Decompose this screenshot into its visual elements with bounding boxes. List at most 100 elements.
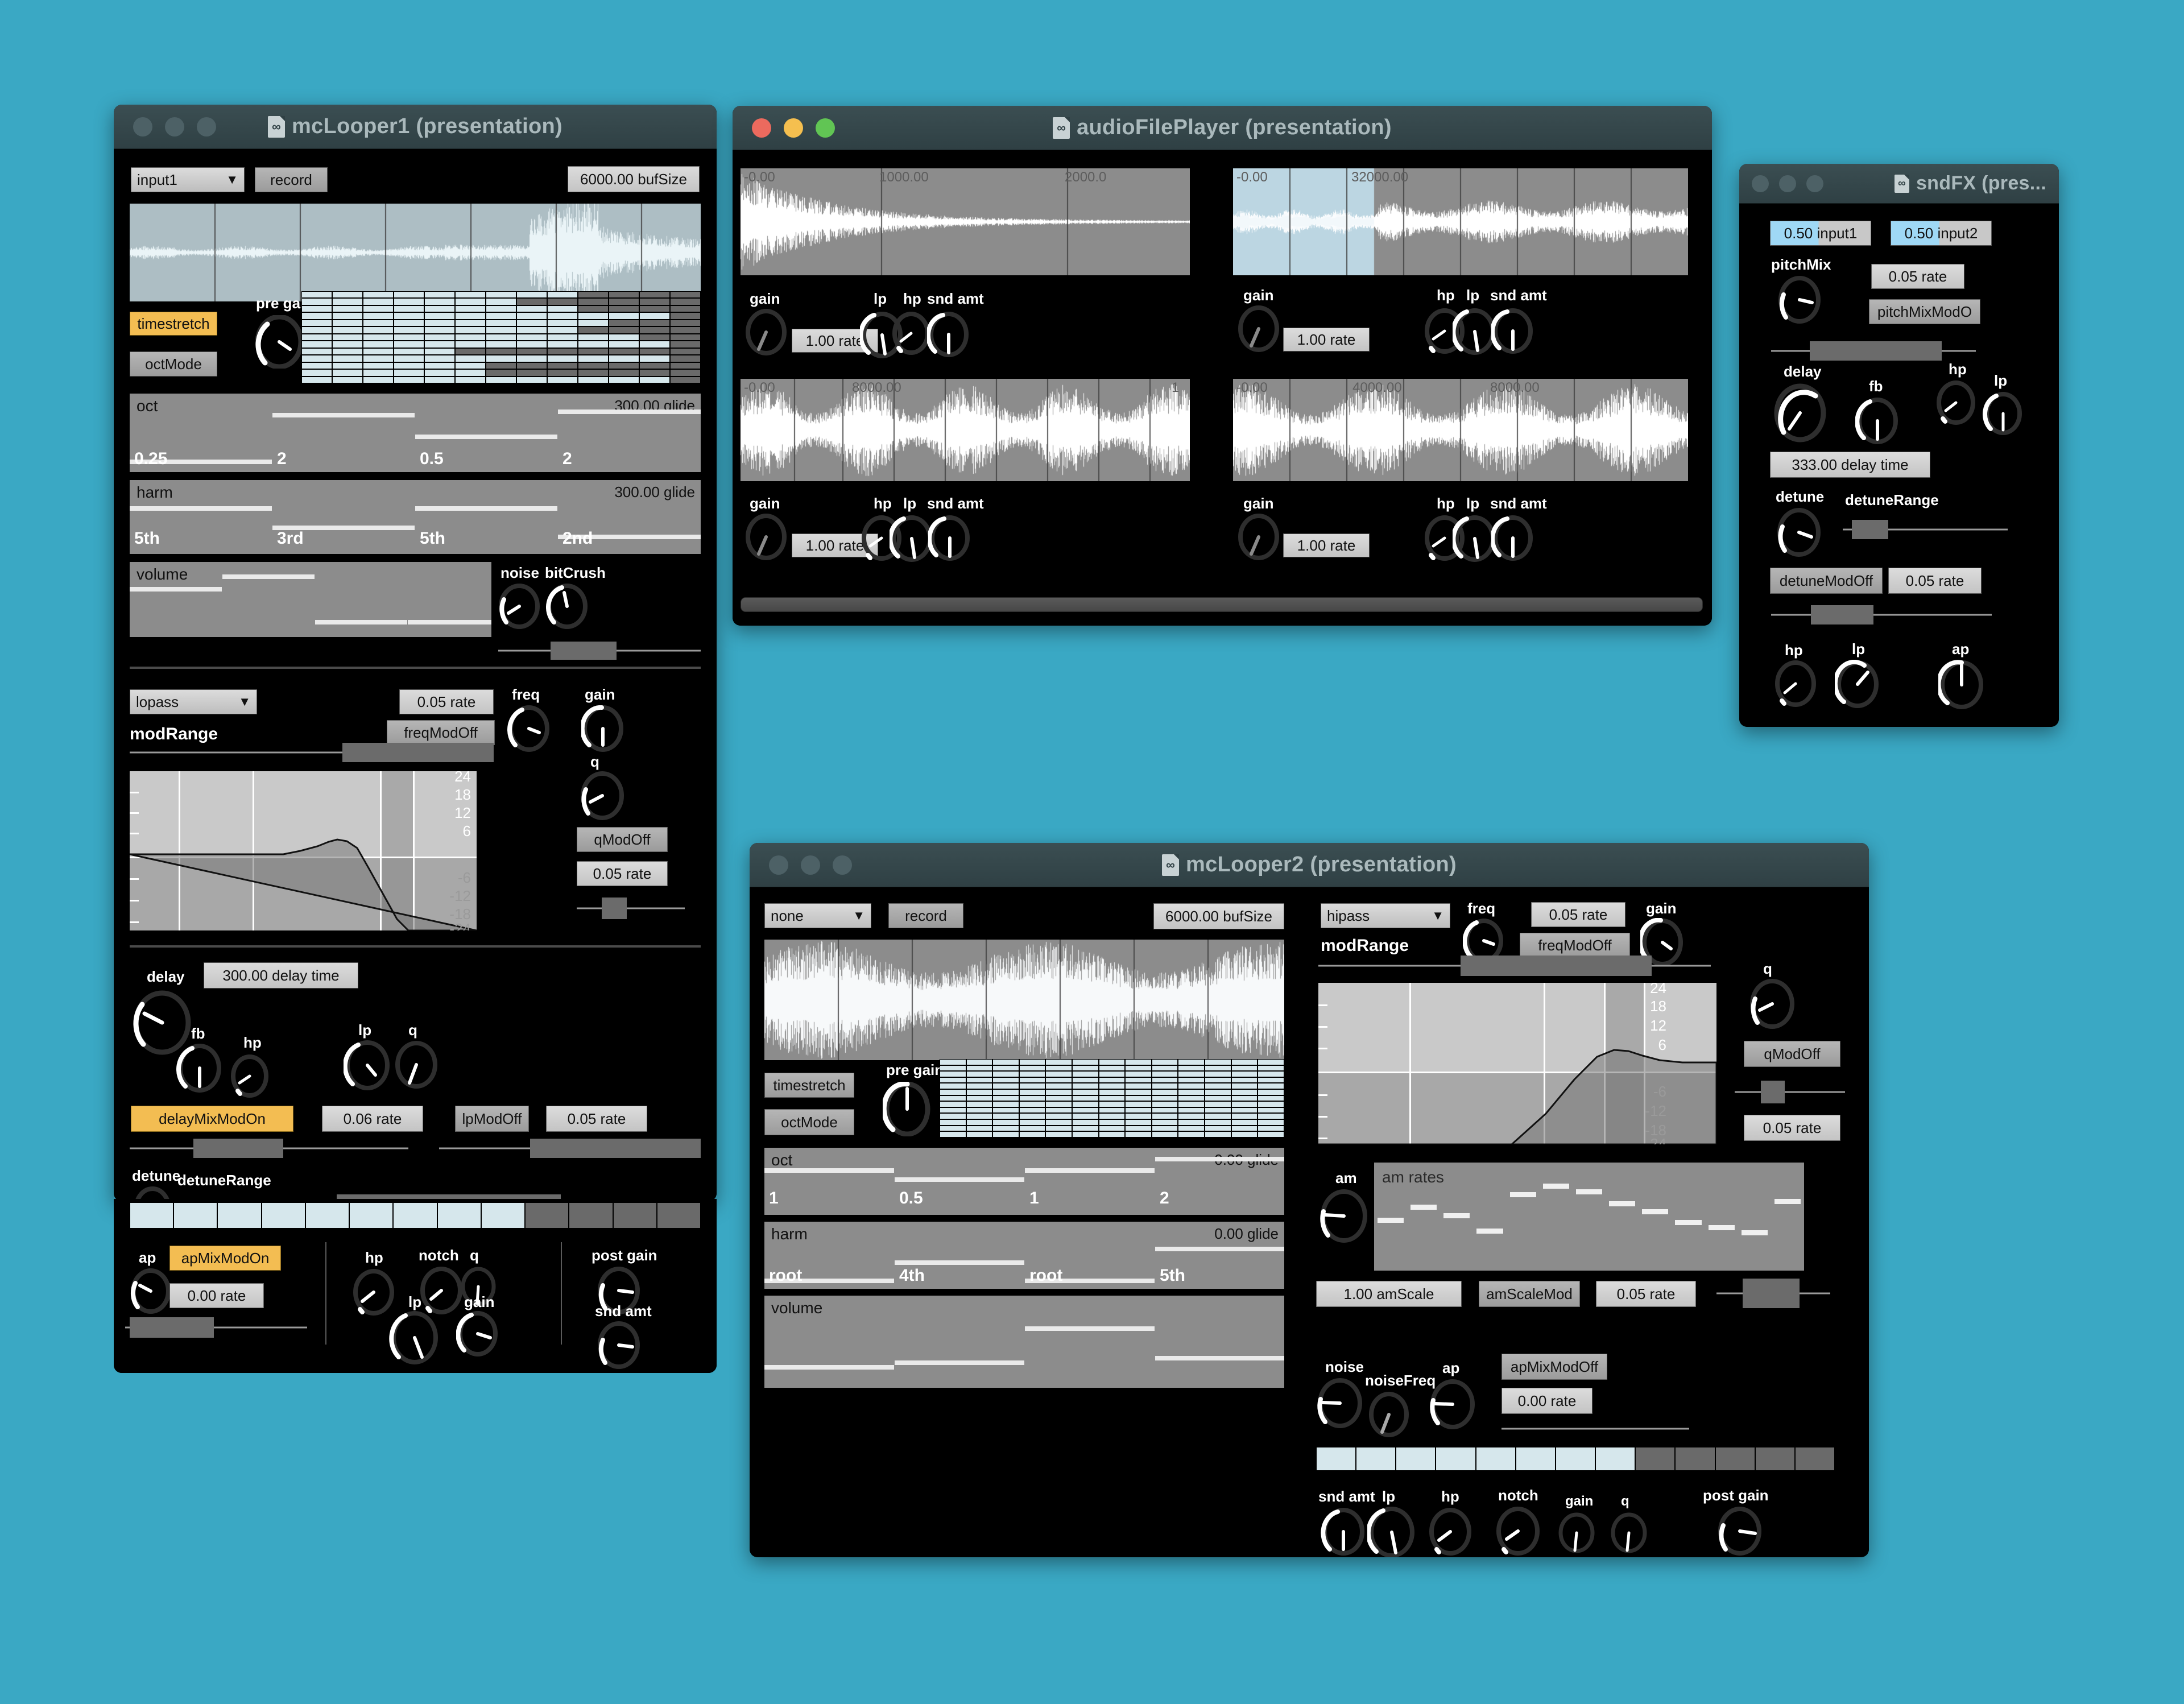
matrix-cell[interactable] xyxy=(1098,1131,1126,1138)
matrix-cell[interactable] xyxy=(547,319,578,327)
matrix-cell[interactable] xyxy=(609,326,639,334)
matrix-cell[interactable] xyxy=(940,1095,966,1102)
titlebar-sndfx[interactable]: ∞ sndFX (pres... xyxy=(1739,164,2059,204)
matrix-cell[interactable] xyxy=(1178,1059,1205,1065)
matrix-cell[interactable] xyxy=(332,362,363,370)
am-knob-mclooper2[interactable] xyxy=(1318,1189,1370,1243)
matrix-cell[interactable] xyxy=(1231,1113,1258,1120)
matrix-cell[interactable] xyxy=(609,305,639,313)
matrix-cell[interactable] xyxy=(455,355,486,362)
matrix-cell[interactable] xyxy=(1098,1125,1126,1132)
matrix-cell[interactable] xyxy=(424,312,455,320)
matrix-cell[interactable] xyxy=(332,355,363,362)
step-cell[interactable] xyxy=(1755,1447,1795,1471)
step-cell[interactable] xyxy=(1356,1447,1396,1471)
matrix-cell[interactable] xyxy=(424,319,455,327)
fb-knob-sndfx[interactable] xyxy=(1855,397,1900,445)
gain-knob-mclooper1-post[interactable] xyxy=(456,1310,499,1357)
matrix-cell[interactable] xyxy=(1019,1101,1046,1107)
matrix-cell[interactable] xyxy=(940,1083,966,1090)
matrix-cell[interactable] xyxy=(1231,1071,1258,1077)
octmode-toggle-mclooper1[interactable]: octMode xyxy=(130,351,217,377)
matrix-cell[interactable] xyxy=(578,341,609,348)
matrix-cell[interactable] xyxy=(639,348,670,355)
matrix-cell[interactable] xyxy=(966,1065,993,1072)
matrix-cell[interactable] xyxy=(1125,1083,1152,1090)
matrix-cell[interactable] xyxy=(363,298,394,305)
sndamt-knob-player-2[interactable] xyxy=(1491,307,1534,355)
matrix-cell[interactable] xyxy=(670,355,701,362)
matrix-cell[interactable] xyxy=(394,362,424,370)
matrix-cell[interactable] xyxy=(486,376,516,384)
matrix-cell[interactable] xyxy=(301,362,332,370)
matrix-cell[interactable] xyxy=(940,1059,966,1065)
pitchmix-mod-slider-sndfx[interactable] xyxy=(1771,341,1976,361)
rate-numbox-player-4[interactable]: 1.00 rate xyxy=(1283,533,1370,557)
matrix-cell[interactable] xyxy=(1098,1107,1126,1114)
matrix-cell[interactable] xyxy=(363,305,394,313)
modrange-slider-mclooper1[interactable] xyxy=(130,743,494,762)
matrix-cell[interactable] xyxy=(332,298,363,305)
matrix-cell[interactable] xyxy=(966,1095,993,1102)
step-cell[interactable] xyxy=(173,1202,218,1229)
matrix-cell[interactable] xyxy=(639,326,670,334)
close-button[interactable] xyxy=(133,117,152,137)
apmix-toggle-mclooper1[interactable]: apMixModOn xyxy=(169,1246,281,1271)
matrix-cell[interactable] xyxy=(486,348,516,355)
matrix-cell[interactable] xyxy=(455,369,486,377)
matrix-cell[interactable] xyxy=(394,291,424,299)
matrix-cell[interactable] xyxy=(394,326,424,334)
matrix-cell[interactable] xyxy=(1151,1083,1178,1090)
matrix-cell[interactable] xyxy=(578,355,609,362)
matrix-cell[interactable] xyxy=(1019,1065,1046,1072)
matrix-cell[interactable] xyxy=(1045,1107,1073,1114)
delaytime-numbox-sndfx[interactable]: 333.00 delay time xyxy=(1770,452,1930,478)
input1-numbox-sndfx[interactable]: 0.50 input1 xyxy=(1770,221,1871,246)
matrix-cell[interactable] xyxy=(578,319,609,327)
matrix-cell[interactable] xyxy=(1045,1071,1073,1077)
matrix-cell[interactable] xyxy=(363,312,394,320)
matrix-cell[interactable] xyxy=(1098,1113,1126,1120)
matrix-cell[interactable] xyxy=(966,1077,993,1083)
matrix-cell[interactable] xyxy=(1205,1107,1231,1114)
amscalemod-toggle-mclooper2[interactable]: amScaleMod xyxy=(1479,1281,1580,1307)
step-cell[interactable] xyxy=(261,1202,305,1229)
matrix-cell[interactable] xyxy=(966,1113,993,1120)
am-rate-step[interactable] xyxy=(1642,1209,1669,1214)
waveform-player-1[interactable]: -0.00 1000.00 2000.0 xyxy=(741,168,1190,275)
step-matrix-mclooper2[interactable] xyxy=(940,1059,1284,1138)
matrix-cell[interactable] xyxy=(578,333,609,341)
matrix-cell[interactable] xyxy=(670,305,701,313)
matrix-cell[interactable] xyxy=(1258,1113,1284,1120)
matrix-cell[interactable] xyxy=(424,333,455,341)
minimize-button[interactable] xyxy=(784,118,803,138)
lpmod-toggle-mclooper1[interactable]: lpModOff xyxy=(455,1106,529,1132)
matrix-cell[interactable] xyxy=(940,1065,966,1072)
pitchmix-rate-numbox-sndfx[interactable]: 0.05 rate xyxy=(1871,264,1964,289)
matrix-cell[interactable] xyxy=(363,355,394,362)
matrix-cell[interactable] xyxy=(516,369,547,377)
matrix-cell[interactable] xyxy=(1125,1131,1152,1138)
matrix-cell[interactable] xyxy=(1072,1113,1099,1120)
matrix-cell[interactable] xyxy=(332,312,363,320)
matrix-cell[interactable] xyxy=(547,362,578,370)
matrix-cell[interactable] xyxy=(609,291,639,299)
matrix-cell[interactable] xyxy=(639,291,670,299)
postgain-knob-mclooper2[interactable] xyxy=(1716,1506,1763,1556)
matrix-cell[interactable] xyxy=(1205,1125,1231,1132)
detunerange-slider-sndfx[interactable] xyxy=(1843,520,2008,539)
matrix-cell[interactable] xyxy=(1072,1089,1099,1095)
matrix-cell[interactable] xyxy=(1178,1101,1205,1107)
matrix-cell[interactable] xyxy=(1019,1131,1046,1138)
amscale-slider-mclooper2[interactable] xyxy=(1716,1279,1830,1308)
q-mod-slider-mclooper2[interactable] xyxy=(1735,1081,1845,1103)
matrix-cell[interactable] xyxy=(332,305,363,313)
pregain-knob-mclooper2[interactable] xyxy=(883,1082,932,1136)
matrix-cell[interactable] xyxy=(332,341,363,348)
matrix-cell[interactable] xyxy=(1045,1059,1073,1065)
am-rate-step[interactable] xyxy=(1410,1205,1437,1210)
matrix-cell[interactable] xyxy=(486,305,516,313)
step-cell[interactable] xyxy=(1675,1447,1715,1471)
matrix-cell[interactable] xyxy=(516,298,547,305)
matrix-cell[interactable] xyxy=(1019,1059,1046,1065)
